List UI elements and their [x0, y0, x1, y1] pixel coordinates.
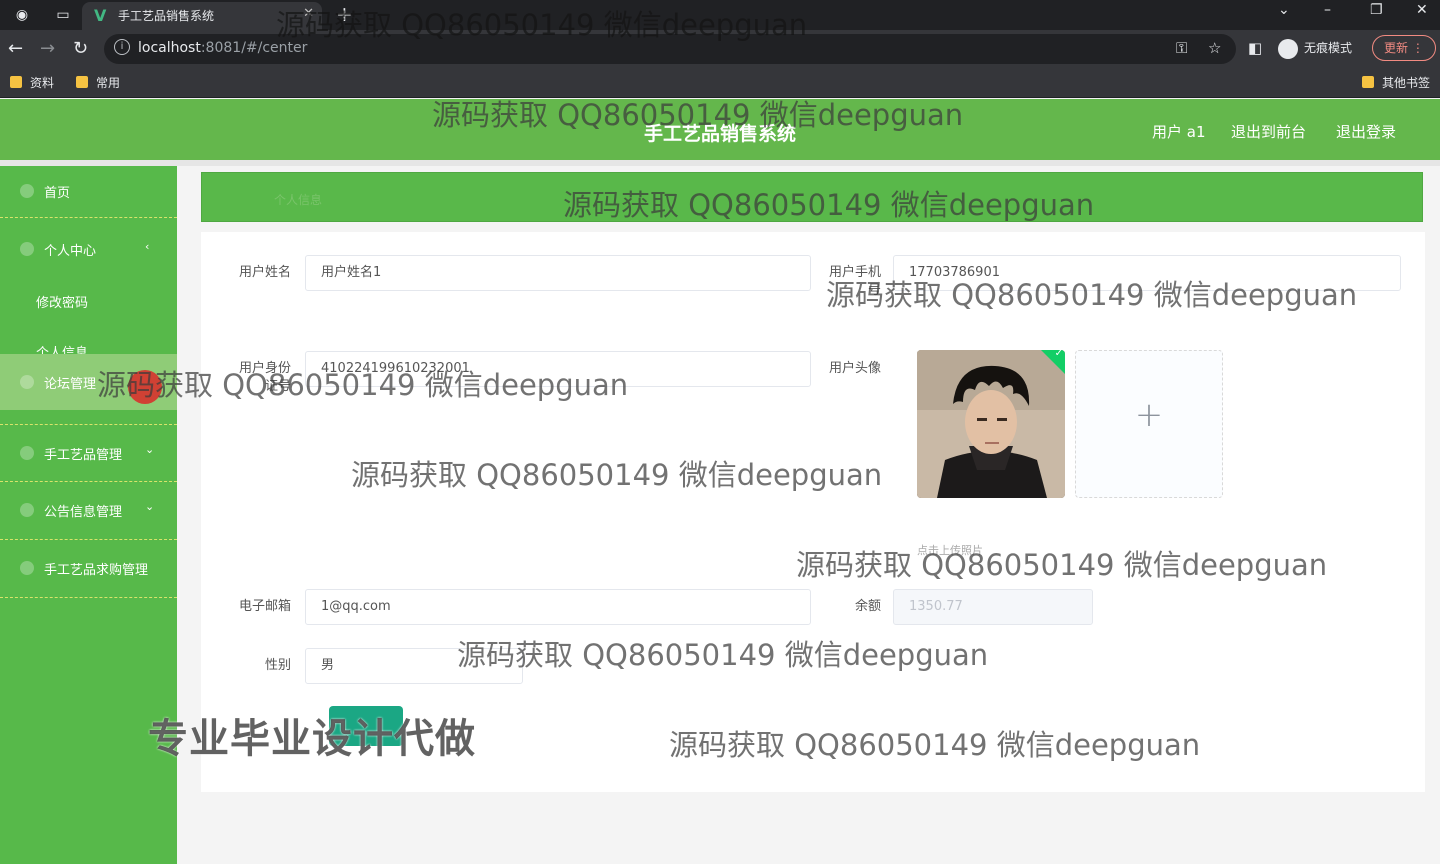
upload-tip: 点击上传照片	[917, 544, 983, 557]
sidebar-panel-icon[interactable]: ◧	[1248, 39, 1262, 57]
sidebar-item-label: 个人中心	[44, 244, 97, 259]
purchase-icon	[20, 561, 34, 575]
id-label-line1: 用户身份	[238, 361, 291, 376]
sidebar-item-home[interactable]: 首页	[0, 166, 177, 218]
id-label-line2: 证号	[264, 379, 291, 394]
other-bookmarks-label: 其他书签	[1382, 76, 1431, 90]
forward-icon[interactable]: →	[40, 38, 55, 59]
plus-icon: +	[1134, 395, 1164, 435]
goods-icon	[20, 446, 34, 460]
email-label: 电子邮箱	[238, 599, 291, 614]
incognito-indicator[interactable]: 无痕模式	[1278, 35, 1352, 61]
sidebar-item-personal-center[interactable]: 个人中心 ‹	[0, 218, 177, 276]
url-text[interactable]: localhost:8081/#/center	[138, 40, 307, 56]
exit-to-front-link[interactable]: 退出到前台	[1231, 121, 1306, 142]
url-host: localhost	[138, 40, 201, 56]
id-number-label: 用户身份证号	[221, 360, 291, 396]
phone-input[interactable]: 17703786901	[893, 255, 1401, 291]
bookmark-folder-changyong[interactable]: 常用	[76, 74, 120, 91]
balance-input[interactable]: 1350.77	[893, 589, 1093, 625]
url-path: :8081/#/center	[200, 40, 308, 56]
promo-watermark: 专业毕业设计代做	[148, 716, 476, 762]
bookmark-star-icon[interactable]: ☆	[1208, 39, 1221, 57]
chevron-down-icon: ⌄	[145, 443, 155, 456]
phone-label: 用户手机号	[811, 264, 881, 300]
email-input[interactable]: 1@qq.com	[305, 589, 811, 625]
phone-label-line1: 用户手机	[828, 265, 881, 280]
new-tab-icon[interactable]: +	[336, 2, 353, 26]
chevron-left-icon: ‹	[145, 240, 150, 253]
sidebar-item-label: 手工艺品求购管理	[44, 563, 149, 578]
bookmarks-bar: 资料 常用 其他书签	[0, 68, 1440, 98]
bookmark-label: 常用	[96, 76, 121, 90]
site-info-icon[interactable]: i	[114, 39, 130, 55]
home-icon	[20, 184, 34, 198]
restore-icon[interactable]: ❐	[1370, 2, 1383, 18]
password-key-icon[interactable]: ⚿	[1176, 39, 1187, 57]
chevron-down-icon: ⌄	[145, 500, 155, 513]
sidebar-item-notice-management[interactable]: 公告信息管理 ⌄	[0, 482, 177, 540]
folder-icon	[10, 76, 22, 88]
tab-title: 手工艺品销售系统	[118, 9, 215, 23]
id-number-input[interactable]: 410224199610232001	[305, 351, 811, 387]
update-button[interactable]: 更新 ⋮	[1372, 35, 1436, 61]
incognito-label: 无痕模式	[1304, 41, 1353, 55]
gender-label: 性别	[264, 658, 291, 673]
sidebar-item-label: 公告信息管理	[44, 505, 123, 520]
tab-close-icon[interactable]: ✕	[303, 6, 314, 21]
minimize-icon[interactable]: –	[1324, 2, 1331, 18]
tab-list-chevron-icon[interactable]: ⌄	[1278, 2, 1290, 18]
sidebar-item-label: 手工艺品管理	[44, 448, 123, 463]
forum-icon	[20, 375, 34, 389]
incognito-icon	[1278, 38, 1298, 59]
app-header: 手工艺品销售系统 用户 a1 退出到前台 退出登录	[0, 99, 1440, 160]
omnibox[interactable]: i localhost:8081/#/center ⚿ ☆	[104, 34, 1236, 64]
user-icon	[20, 242, 34, 256]
sidebar-subitem-personal-info[interactable]: 个人信息	[36, 342, 88, 354]
bookmark-label: 资料	[30, 76, 55, 90]
browser-tab[interactable]: V 手工艺品销售系统 ✕	[82, 2, 322, 30]
app-title: 手工艺品销售系统	[643, 123, 796, 145]
address-bar-row: ← → ↻ i localhost:8081/#/center ⚿ ☆ ◧ 无痕…	[0, 30, 1440, 68]
folder-icon	[1362, 76, 1374, 88]
breadcrumb: 个人信息	[201, 172, 1423, 222]
name-label: 用户姓名	[238, 265, 291, 280]
browser-menu-icon[interactable]: ◉	[8, 0, 36, 30]
check-icon: ✓	[1054, 350, 1063, 359]
vue-favicon-icon: V	[94, 6, 107, 25]
back-icon[interactable]: ←	[8, 38, 23, 59]
avatar-upload-button[interactable]: +	[1075, 350, 1223, 498]
avatar-image[interactable]: ✓	[917, 350, 1065, 498]
update-label: 更新	[1384, 41, 1409, 55]
avatar-label: 用户头像	[828, 361, 881, 376]
name-input[interactable]: 用户姓名1	[305, 255, 811, 291]
folder-icon	[76, 76, 88, 88]
sidebar-item-label: 首页	[44, 186, 71, 201]
phone-label-line2: 号	[867, 283, 881, 298]
balance-label: 余额	[854, 599, 881, 614]
breadcrumb-text: 个人信息	[274, 193, 323, 207]
other-bookmarks[interactable]: 其他书签	[1362, 74, 1430, 91]
tab-search-icon[interactable]: ▭	[50, 0, 76, 30]
sidebar-item-label: 论坛管理	[44, 377, 97, 392]
sidebar-item-craft-management[interactable]: 手工艺品管理 ⌄	[0, 424, 177, 482]
gender-select[interactable]: 男	[305, 648, 523, 684]
sidebar-item-purchase-management[interactable]: 手工艺品求购管理	[0, 540, 177, 598]
close-window-icon[interactable]: ✕	[1416, 2, 1428, 18]
browser-tab-bar: ◉ ▭ V 手工艺品销售系统 ✕ + ⌄ – ❐ ✕	[0, 0, 1440, 30]
bookmark-folder-ziliao[interactable]: 资料	[10, 74, 54, 91]
notice-icon	[20, 503, 34, 517]
current-user: 用户 a1	[1152, 123, 1206, 141]
sidebar-subitem-change-password[interactable]: 修改密码	[36, 292, 88, 311]
reload-icon[interactable]: ↻	[73, 38, 88, 59]
logout-link[interactable]: 退出登录	[1336, 121, 1396, 142]
mouse-cursor-highlight	[128, 370, 162, 404]
